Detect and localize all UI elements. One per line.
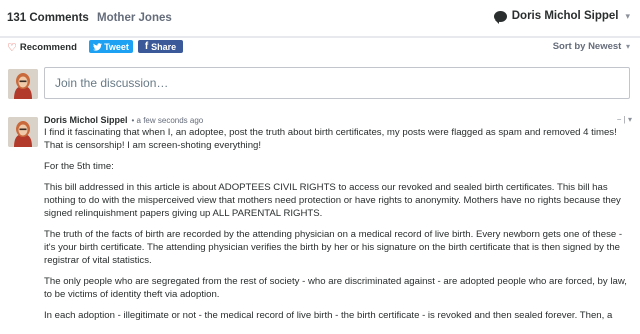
tweet-button[interactable]: Tweet	[89, 40, 133, 53]
chevron-down-icon[interactable]: ▾	[628, 115, 632, 124]
comment-paragraph: The truth of the facts of birth are reco…	[44, 229, 623, 266]
composer-placeholder: Join the discussion…	[55, 76, 169, 90]
twitter-bird-icon	[93, 42, 103, 51]
comment-paragraph: This bill addressed in this article is a…	[44, 182, 621, 219]
sort-dropdown[interactable]: Sort by Newest ▾	[553, 41, 630, 52]
comment-meta: Doris Michol Sippel • a few seconds ago	[44, 115, 632, 125]
action-bar: ♡ Recommend Tweet f Share Sort by Newest…	[0, 38, 640, 58]
comments-header: 131 Comments Mother Jones Doris Michol S…	[0, 0, 640, 38]
avatar[interactable]	[8, 69, 38, 99]
comment-post: Doris Michol Sippel • a few seconds ago …	[44, 115, 632, 330]
sort-label: Sort by Newest	[552, 41, 622, 52]
divider: |	[623, 115, 626, 124]
facebook-f-icon: f	[144, 41, 149, 52]
avatar[interactable]	[8, 117, 38, 147]
recommend-button[interactable]: ♡ Recommend	[7, 41, 77, 54]
comment-paragraph: I find it fascinating that when I, an ad…	[44, 127, 617, 151]
comment-controls[interactable]: − | ▾	[617, 115, 632, 124]
comment-timestamp[interactable]: • a few seconds ago	[132, 116, 204, 125]
tweet-label: Tweet	[104, 41, 129, 52]
comment-author[interactable]: Doris Michol Sippel	[44, 115, 128, 125]
collapse-icon[interactable]: −	[617, 115, 622, 124]
facebook-share-button[interactable]: f Share	[138, 40, 183, 53]
site-name-tab[interactable]: Mother Jones	[97, 12, 172, 24]
chat-bubble-icon	[493, 10, 507, 24]
comment-paragraph: In each adoption - illegitimate or not -…	[44, 310, 613, 321]
user-name: Doris Michol Sippel	[511, 10, 619, 22]
user-menu[interactable]: Doris Michol Sippel ▾	[493, 10, 630, 24]
comment-paragraph: The only people who are segregated from …	[44, 276, 627, 300]
comment-paragraph: For the 5th time:	[44, 161, 114, 172]
chevron-down-icon: ▾	[625, 42, 630, 51]
heart-icon: ♡	[7, 42, 17, 54]
comment-composer[interactable]: Join the discussion…	[44, 67, 630, 99]
recommend-label: Recommend	[19, 42, 77, 53]
comments-count-tab[interactable]: 131 Comments	[7, 12, 89, 24]
share-label: Share	[151, 41, 177, 52]
comment-body: I find it fascinating that when I, an ad…	[44, 126, 632, 322]
chevron-down-icon: ▾	[625, 10, 630, 21]
